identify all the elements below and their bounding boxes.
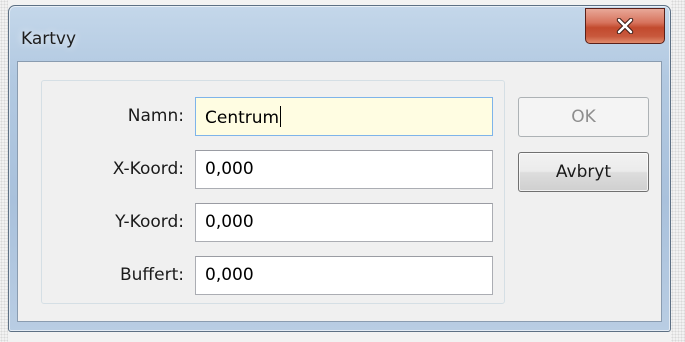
buffer-input[interactable]: 0,000 [195, 256, 493, 295]
name-input-value: Centrum [205, 108, 280, 128]
y-coord-input[interactable]: 0,000 [195, 203, 493, 242]
buffer-input-value: 0,000 [205, 265, 254, 285]
desktop-background: Kartvy Namn: Centrum X-Koord: 0,000 Y-Ko… [0, 0, 685, 342]
title-bar[interactable]: Kartvy [9, 6, 670, 61]
ok-button[interactable]: OK [518, 97, 649, 137]
close-button[interactable] [585, 8, 665, 44]
x-coord-input-value: 0,000 [205, 159, 254, 179]
cancel-button[interactable]: Avbryt [518, 152, 649, 192]
dialog-window: Kartvy Namn: Centrum X-Koord: 0,000 Y-Ko… [8, 5, 671, 332]
buffer-label: Buffert: [120, 265, 184, 285]
y-coord-input-value: 0,000 [205, 212, 254, 232]
window-title: Kartvy [21, 29, 77, 49]
x-coord-label: X-Koord: [112, 159, 184, 179]
x-coord-input[interactable]: 0,000 [195, 150, 493, 189]
text-caret [280, 106, 282, 127]
background-pattern-left [0, 0, 8, 342]
fields-group-box: Namn: Centrum X-Koord: 0,000 Y-Koord: 0,… [41, 80, 505, 304]
background-pattern-right [671, 0, 685, 342]
y-coord-label: Y-Koord: [115, 212, 184, 232]
name-input[interactable]: Centrum [195, 97, 493, 136]
dialog-client-area: Namn: Centrum X-Koord: 0,000 Y-Koord: 0,… [17, 61, 662, 322]
close-x-icon [616, 18, 634, 34]
name-label: Namn: [127, 106, 184, 126]
